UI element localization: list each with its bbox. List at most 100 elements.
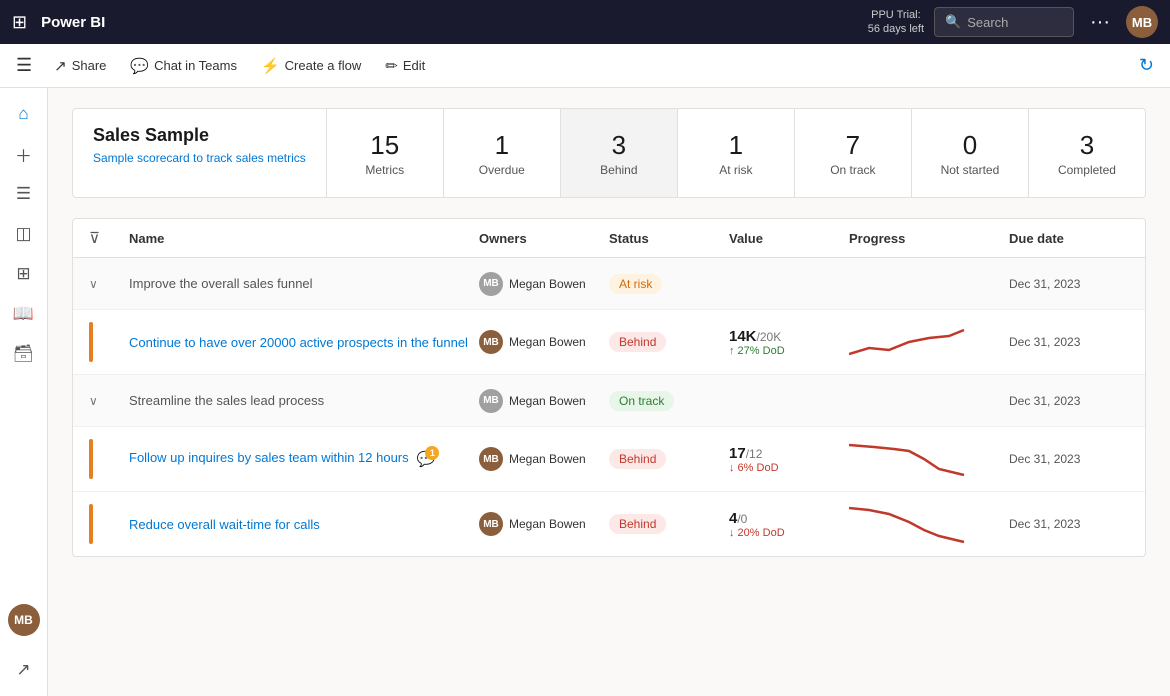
row-name-cell: Continue to have over 20000 active prosp…	[129, 335, 479, 350]
metric-card-completed[interactable]: 3 Completed	[1029, 109, 1145, 197]
sidebar-learn-icon[interactable]: 📖	[6, 296, 42, 332]
edit-button[interactable]: ✏ Edit	[375, 53, 435, 79]
due-date: Dec 31, 2023	[1009, 394, 1129, 408]
more-options-button[interactable]: ···	[1084, 11, 1116, 34]
search-input[interactable]	[967, 15, 1063, 30]
owner-name: Megan Bowen	[509, 517, 586, 531]
row-name-cell: Reduce overall wait-time for calls	[129, 517, 479, 532]
column-header-value: Value	[729, 231, 849, 246]
refresh-icon[interactable]: ↻	[1139, 55, 1154, 76]
metric-card-behind[interactable]: 3 Behind	[561, 109, 678, 197]
teams-icon: 💬	[130, 57, 149, 75]
due-date: Dec 31, 2023	[1009, 277, 1129, 291]
metric-label: At risk	[719, 163, 752, 177]
value-sub: ↓ 6% DoD	[729, 462, 849, 474]
value-main: 17	[729, 445, 746, 462]
value-cell: 17/12 ↓ 6% DoD	[729, 445, 849, 474]
owner-cell: MB Megan Bowen	[479, 330, 609, 354]
toolbar: ☰ ↗ Share 💬 Chat in Teams ⚡ Create a flo…	[0, 44, 1170, 88]
value-denom: /0	[737, 512, 747, 526]
edit-icon: ✏	[385, 57, 398, 75]
metric-card-metrics[interactable]: 15 Metrics	[327, 109, 444, 197]
sidebar-apps-icon[interactable]: ⊞	[6, 256, 42, 292]
chevron-down-icon[interactable]: ∨	[89, 394, 98, 408]
sidebar-expand-icon[interactable]: ↗	[6, 652, 42, 688]
row-name[interactable]: Continue to have over 20000 active prosp…	[129, 335, 468, 350]
metric-card-overdue[interactable]: 1 Overdue	[444, 109, 561, 197]
row-indent	[89, 504, 129, 544]
column-header-progress: Progress	[849, 231, 1009, 246]
due-date: Dec 31, 2023	[1009, 517, 1129, 531]
owner-name: Megan Bowen	[509, 277, 586, 291]
status-badge: On track	[609, 391, 674, 411]
scorecard-title-block: Sales Sample Sample scorecard to track s…	[73, 109, 327, 197]
progress-chart	[849, 502, 969, 546]
row-indent: ∨	[89, 277, 129, 291]
table-header-row: ⊽ Name Owners Status Value Progress Due …	[73, 219, 1145, 258]
metric-card-not-started[interactable]: 0 Not started	[912, 109, 1029, 197]
owner-cell: MB Megan Bowen	[479, 272, 609, 296]
row-indent	[89, 322, 129, 362]
sidebar: ⌂ ＋ ☰ ◫ ⊞ 📖 🗃 MB ↗	[0, 88, 48, 696]
value-main: 14K	[729, 328, 757, 345]
user-avatar[interactable]: MB	[1126, 6, 1158, 38]
progress-chart	[849, 437, 969, 481]
metric-number: 0	[963, 130, 977, 161]
owner-cell: MB Megan Bowen	[479, 512, 609, 536]
filter-icon[interactable]: ⊽	[89, 229, 129, 247]
scorecard-header: Sales Sample Sample scorecard to track s…	[72, 108, 1146, 198]
metric-number: 3	[1080, 130, 1094, 161]
scorecard-subtitle: Sample scorecard to track sales metrics	[93, 150, 306, 167]
nav-toggle-icon[interactable]: ☰	[16, 55, 32, 76]
trial-info: PPU Trial: 56 days left	[868, 8, 924, 37]
search-box[interactable]: 🔍	[934, 7, 1074, 37]
owner-avatar: MB	[479, 447, 503, 471]
metric-number: 1	[495, 130, 509, 161]
share-button[interactable]: ↗ Share	[44, 53, 116, 79]
metric-number: 1	[729, 130, 743, 161]
row-name[interactable]: Streamline the sales lead process	[129, 393, 324, 408]
chat-in-teams-button[interactable]: 💬 Chat in Teams	[120, 53, 247, 79]
sidebar-cloud-icon[interactable]: ◫	[6, 216, 42, 252]
owner-avatar: MB	[479, 330, 503, 354]
waffle-icon[interactable]: ⊞	[12, 12, 27, 33]
sidebar-create-icon[interactable]: ＋	[6, 136, 42, 172]
left-bar	[89, 504, 93, 544]
layout: ⌂ ＋ ☰ ◫ ⊞ 📖 🗃 MB ↗ Sales Sample Sample s…	[0, 88, 1170, 696]
chevron-down-icon[interactable]: ∨	[89, 277, 98, 291]
owner-name: Megan Bowen	[509, 394, 586, 408]
row-name[interactable]: Follow up inquires by sales team within …	[129, 450, 409, 465]
status-badge: Behind	[609, 514, 666, 534]
metric-card-at-risk[interactable]: 1 At risk	[678, 109, 795, 197]
metric-number: 7	[846, 130, 860, 161]
notification-badge: 1	[425, 446, 439, 460]
value-denom: /20K	[757, 330, 782, 344]
row-indent	[89, 439, 129, 479]
sidebar-browse-icon[interactable]: ☰	[6, 176, 42, 212]
main-content: Sales Sample Sample scorecard to track s…	[48, 88, 1170, 696]
metric-card-on-track[interactable]: 7 On track	[795, 109, 912, 197]
metric-number: 3	[612, 130, 626, 161]
top-nav: ⊞ Power BI PPU Trial: 56 days left 🔍 ···…	[0, 0, 1170, 44]
owner-cell: MB Megan Bowen	[479, 447, 609, 471]
sidebar-home-icon[interactable]: ⌂	[6, 96, 42, 132]
sidebar-metrics-icon[interactable]: 🗃	[6, 336, 42, 372]
value-cell: 14K/20K ↑ 27% DoD	[729, 328, 849, 357]
table-row: Continue to have over 20000 active prosp…	[73, 310, 1145, 375]
create-flow-button[interactable]: ⚡ Create a flow	[251, 53, 371, 79]
status-badge: Behind	[609, 449, 666, 469]
row-name[interactable]: Reduce overall wait-time for calls	[129, 517, 320, 532]
status-cell: Behind	[609, 514, 729, 534]
due-date: Dec 31, 2023	[1009, 452, 1129, 466]
owner-name: Megan Bowen	[509, 335, 586, 349]
left-bar	[89, 439, 93, 479]
owner-avatar: MB	[479, 512, 503, 536]
row-indent: ∨	[89, 394, 129, 408]
search-icon: 🔍	[945, 14, 961, 30]
row-name[interactable]: Improve the overall sales funnel	[129, 276, 313, 291]
metrics-table: ⊽ Name Owners Status Value Progress Due …	[72, 218, 1146, 557]
sidebar-avatar[interactable]: MB	[8, 604, 40, 636]
metric-number: 15	[370, 130, 399, 161]
metric-label: Overdue	[479, 163, 525, 177]
column-header-owners: Owners	[479, 231, 609, 246]
